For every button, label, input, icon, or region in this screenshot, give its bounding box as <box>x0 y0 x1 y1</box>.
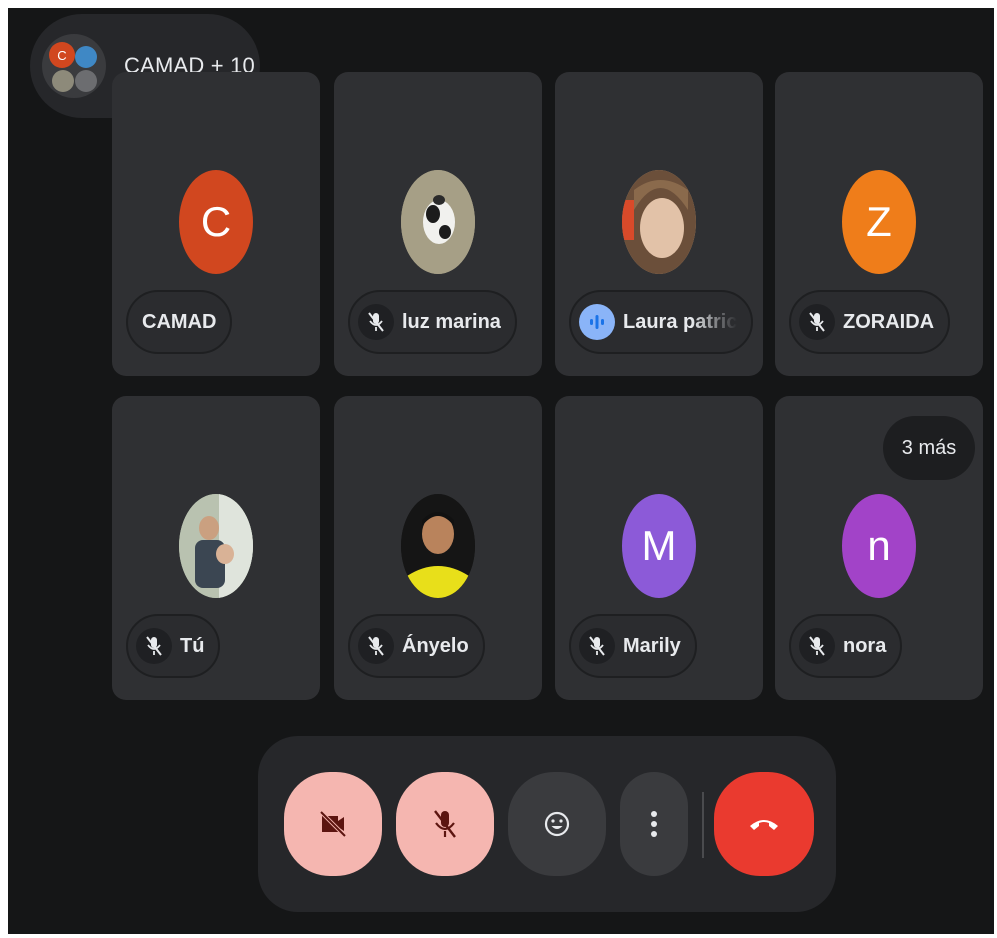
more-options-button[interactable] <box>620 772 688 876</box>
mic-off-icon <box>136 628 172 664</box>
group-avatar-globe-icon <box>75 46 97 68</box>
participant-name: luz marina <box>402 310 501 333</box>
speaking-indicator-icon <box>579 304 615 340</box>
mic-off-icon <box>799 304 835 340</box>
more-vertical-icon <box>651 811 657 837</box>
mic-off-icon <box>579 628 615 664</box>
participant-name-pill: Laura patric <box>569 290 754 354</box>
participant-name: Tú <box>180 634 205 657</box>
participant-tile-luz-marina[interactable]: luz marina <box>334 72 542 376</box>
avatar: Z <box>842 170 916 274</box>
more-participants-badge[interactable]: 3 más <box>883 416 975 480</box>
participant-name-pill: Ányelo <box>348 614 485 678</box>
meeting-stage: C CAMAD + 10 C CAMAD luz marina Laura pa… <box>8 8 994 934</box>
participant-tile-zoraida[interactable]: Z ZORAIDA <box>775 72 983 376</box>
participant-name: CAMAD <box>142 310 217 333</box>
avatar-initial: n <box>867 522 891 569</box>
participant-name-pill: Tú <box>126 614 221 678</box>
emoji-icon <box>544 811 570 837</box>
avatar-initial: Z <box>866 198 892 245</box>
participant-name: Ányelo <box>402 634 469 657</box>
control-divider <box>702 792 704 858</box>
microphone-toggle-button[interactable] <box>396 772 494 876</box>
avatar <box>622 170 696 274</box>
person-photo-icon <box>401 494 475 598</box>
group-avatar-camad: C <box>49 42 75 68</box>
avatar-initial: C <box>200 198 232 245</box>
hangup-icon <box>750 820 778 830</box>
avatar <box>401 494 475 598</box>
group-avatar-photo <box>75 70 97 92</box>
participant-name: ZORAIDA <box>843 310 935 333</box>
participant-name-pill: Marily <box>569 614 697 678</box>
participant-tile-marily[interactable]: M Marily <box>555 396 763 700</box>
participant-tile-anyelo[interactable]: Ányelo <box>334 396 542 700</box>
mic-off-icon <box>434 810 456 838</box>
call-controls-bar <box>258 736 836 912</box>
leave-call-button[interactable] <box>714 772 814 876</box>
avatar: n <box>842 494 916 598</box>
participant-name: nora <box>843 634 887 657</box>
animal-photo-icon <box>401 170 475 274</box>
participant-tile-tu[interactable]: Tú <box>112 396 320 700</box>
reactions-button[interactable] <box>508 772 606 876</box>
participant-name-pill: CAMAD <box>126 290 233 354</box>
avatar: C <box>179 170 253 274</box>
mic-off-icon <box>358 304 394 340</box>
participant-tile-camad[interactable]: C CAMAD <box>112 72 320 376</box>
group-avatar-photo <box>52 70 74 92</box>
camera-off-icon <box>319 810 347 838</box>
avatar <box>401 170 475 274</box>
avatar-initial: M <box>641 522 677 569</box>
avatar <box>179 494 253 598</box>
participant-tile-nora[interactable]: 3 más n nora <box>775 396 983 700</box>
mic-off-icon <box>358 628 394 664</box>
person-photo-icon <box>622 170 696 274</box>
participant-name: Marily <box>623 634 681 657</box>
participant-name-pill: nora <box>789 614 903 678</box>
camera-toggle-button[interactable] <box>284 772 382 876</box>
participant-name-pill: ZORAIDA <box>789 290 951 354</box>
avatar: M <box>622 494 696 598</box>
mic-off-icon <box>799 628 835 664</box>
participant-name: Laura patric <box>623 310 738 333</box>
participant-name-pill: luz marina <box>348 290 517 354</box>
group-avatars: C <box>42 34 106 98</box>
participant-tile-laura[interactable]: Laura patric <box>555 72 763 376</box>
person-photo-icon <box>179 494 253 598</box>
